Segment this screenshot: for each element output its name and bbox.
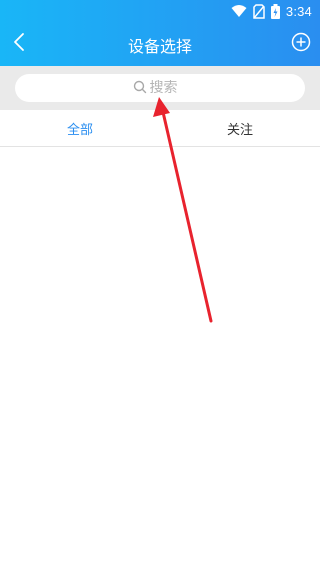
- status-icons: 3:34: [231, 2, 312, 20]
- search-box[interactable]: [15, 74, 305, 102]
- no-sim-icon: [253, 3, 265, 19]
- page-title: 设备选择: [127, 37, 192, 56]
- plus-circle-icon: [291, 32, 311, 56]
- search-input[interactable]: [149, 80, 188, 96]
- header: 3:34 设备选择: [0, 0, 320, 66]
- device-list: [0, 147, 320, 569]
- search-area: [0, 66, 320, 110]
- status-bar: 3:34: [0, 0, 320, 22]
- app-bar: 设备选择: [0, 22, 320, 66]
- tab-all[interactable]: 全部: [0, 110, 160, 146]
- back-button[interactable]: [6, 30, 32, 58]
- add-device-button[interactable]: [290, 32, 312, 56]
- battery-charging-icon: [270, 3, 280, 19]
- search-icon: [133, 79, 147, 98]
- status-time: 3:34: [285, 3, 312, 19]
- tab-bar: 全部 关注: [0, 110, 320, 147]
- wifi-icon: [231, 4, 247, 18]
- tab-followed[interactable]: 关注: [160, 110, 320, 146]
- device-selection-screen: 3:34 设备选择 搜索 全部 关注: [0, 0, 320, 569]
- chevron-left-icon: [13, 32, 25, 56]
